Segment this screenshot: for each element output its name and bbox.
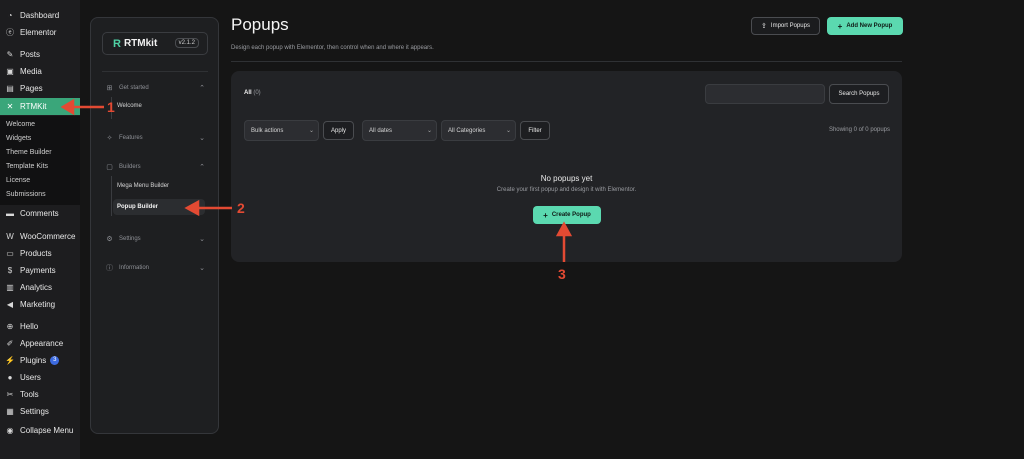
- annotation-number-1: 1: [107, 99, 115, 115]
- screen: ◔ Dashboard ⓔ Elementor ✎ Posts ▣ Media ▤ Pag…: [0, 0, 1024, 459]
- arrow-2: [184, 199, 232, 217]
- annotation-arrows: [60, 98, 573, 262]
- arrow-1: [60, 98, 104, 116]
- annotation-number-3: 3: [558, 266, 566, 282]
- annotation-number-2: 2: [237, 200, 245, 216]
- arrow-3: [555, 221, 573, 262]
